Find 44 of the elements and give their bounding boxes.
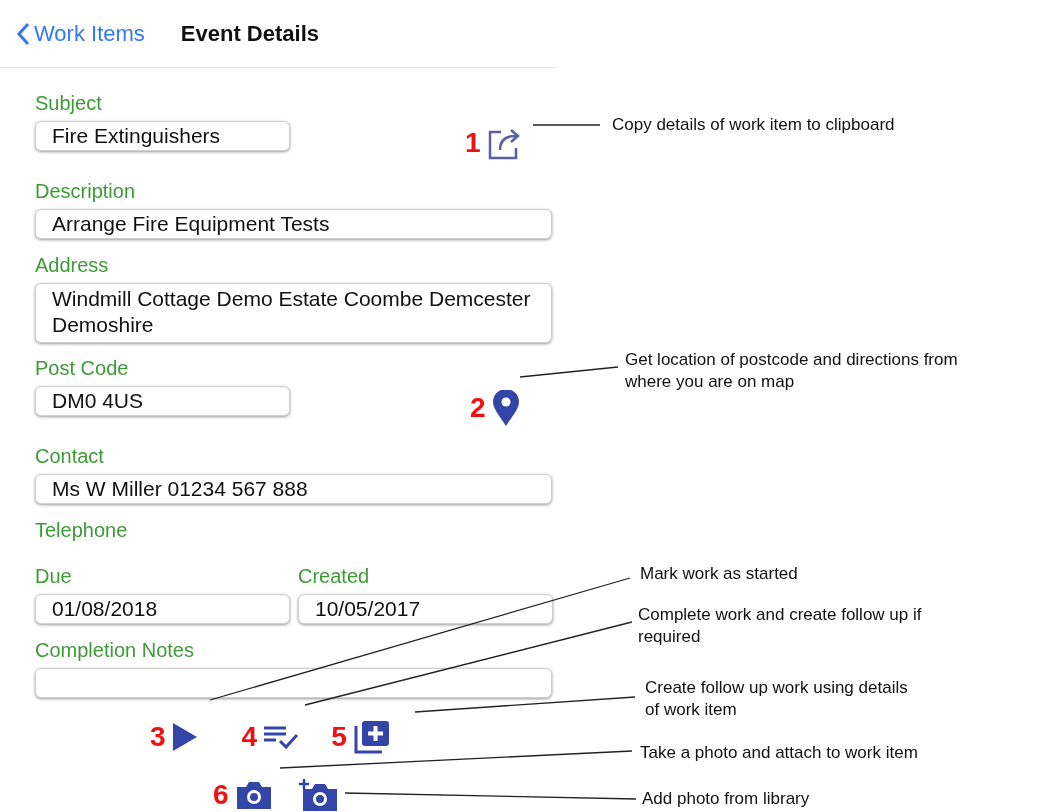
map-button[interactable] <box>491 390 520 426</box>
callout-number: 1 <box>465 127 481 159</box>
chevron-left-icon <box>16 21 30 46</box>
callout-number: 6 <box>213 779 229 811</box>
text-field[interactable]: Windmill Cottage Demo Estate Coombe Demcester Demoshire <box>35 283 552 343</box>
callout-number: 3 <box>150 721 166 753</box>
annotation-text: Create follow up work using details of work item <box>645 677 908 721</box>
field-label: Address <box>35 253 110 277</box>
field-label: Created <box>298 564 371 588</box>
field-label: Post Code <box>35 356 130 380</box>
annotation-text: Copy details of work item to clipboard <box>612 114 895 136</box>
take-photo-button[interactable] <box>234 780 273 810</box>
play-icon <box>171 722 198 752</box>
add-photo-button[interactable] <box>298 778 339 812</box>
text-field[interactable]: Fire Extinguishers <box>35 121 290 151</box>
list-check-icon <box>263 724 300 750</box>
annotation-text: Add photo from library <box>642 788 810 810</box>
text-field[interactable]: 01/08/2018 <box>35 594 290 624</box>
field-label: Subject <box>35 91 103 115</box>
start-button[interactable] <box>171 722 198 752</box>
text-field[interactable]: DM0 4US <box>35 386 290 416</box>
callout-number: 5 <box>331 721 347 753</box>
screen-title: Event Details <box>180 20 319 47</box>
annotation-text: Mark work as started <box>640 563 798 585</box>
complete-button[interactable] <box>263 724 300 750</box>
leader-line <box>532 124 601 126</box>
map-pin-icon <box>491 390 520 426</box>
back-link[interactable]: Work Items <box>16 20 145 47</box>
add-copy-icon <box>352 720 391 754</box>
annotation-text: Get location of postcode and directions from where you are on map <box>625 349 958 393</box>
annotation-text: Take a photo and attach to work item <box>640 742 918 764</box>
follow-up-button[interactable] <box>352 720 391 754</box>
text-field[interactable]: Ms W Miller 01234 567 888 <box>35 474 552 504</box>
callout-number: 4 <box>241 721 258 753</box>
text-field[interactable] <box>35 668 552 698</box>
callout-number: 2 <box>470 392 486 424</box>
annotation-text: Complete work and create follow up if required <box>638 604 922 648</box>
field-label: Completion Notes <box>35 638 195 662</box>
text-field[interactable]: Arrange Fire Equipment Tests <box>35 209 552 239</box>
field-label: Due <box>35 564 73 588</box>
field-label: Contact <box>35 444 105 468</box>
field-label: Description <box>35 179 137 203</box>
text-field[interactable]: 10/05/2017 <box>298 594 553 624</box>
field-label: Telephone <box>35 518 129 542</box>
